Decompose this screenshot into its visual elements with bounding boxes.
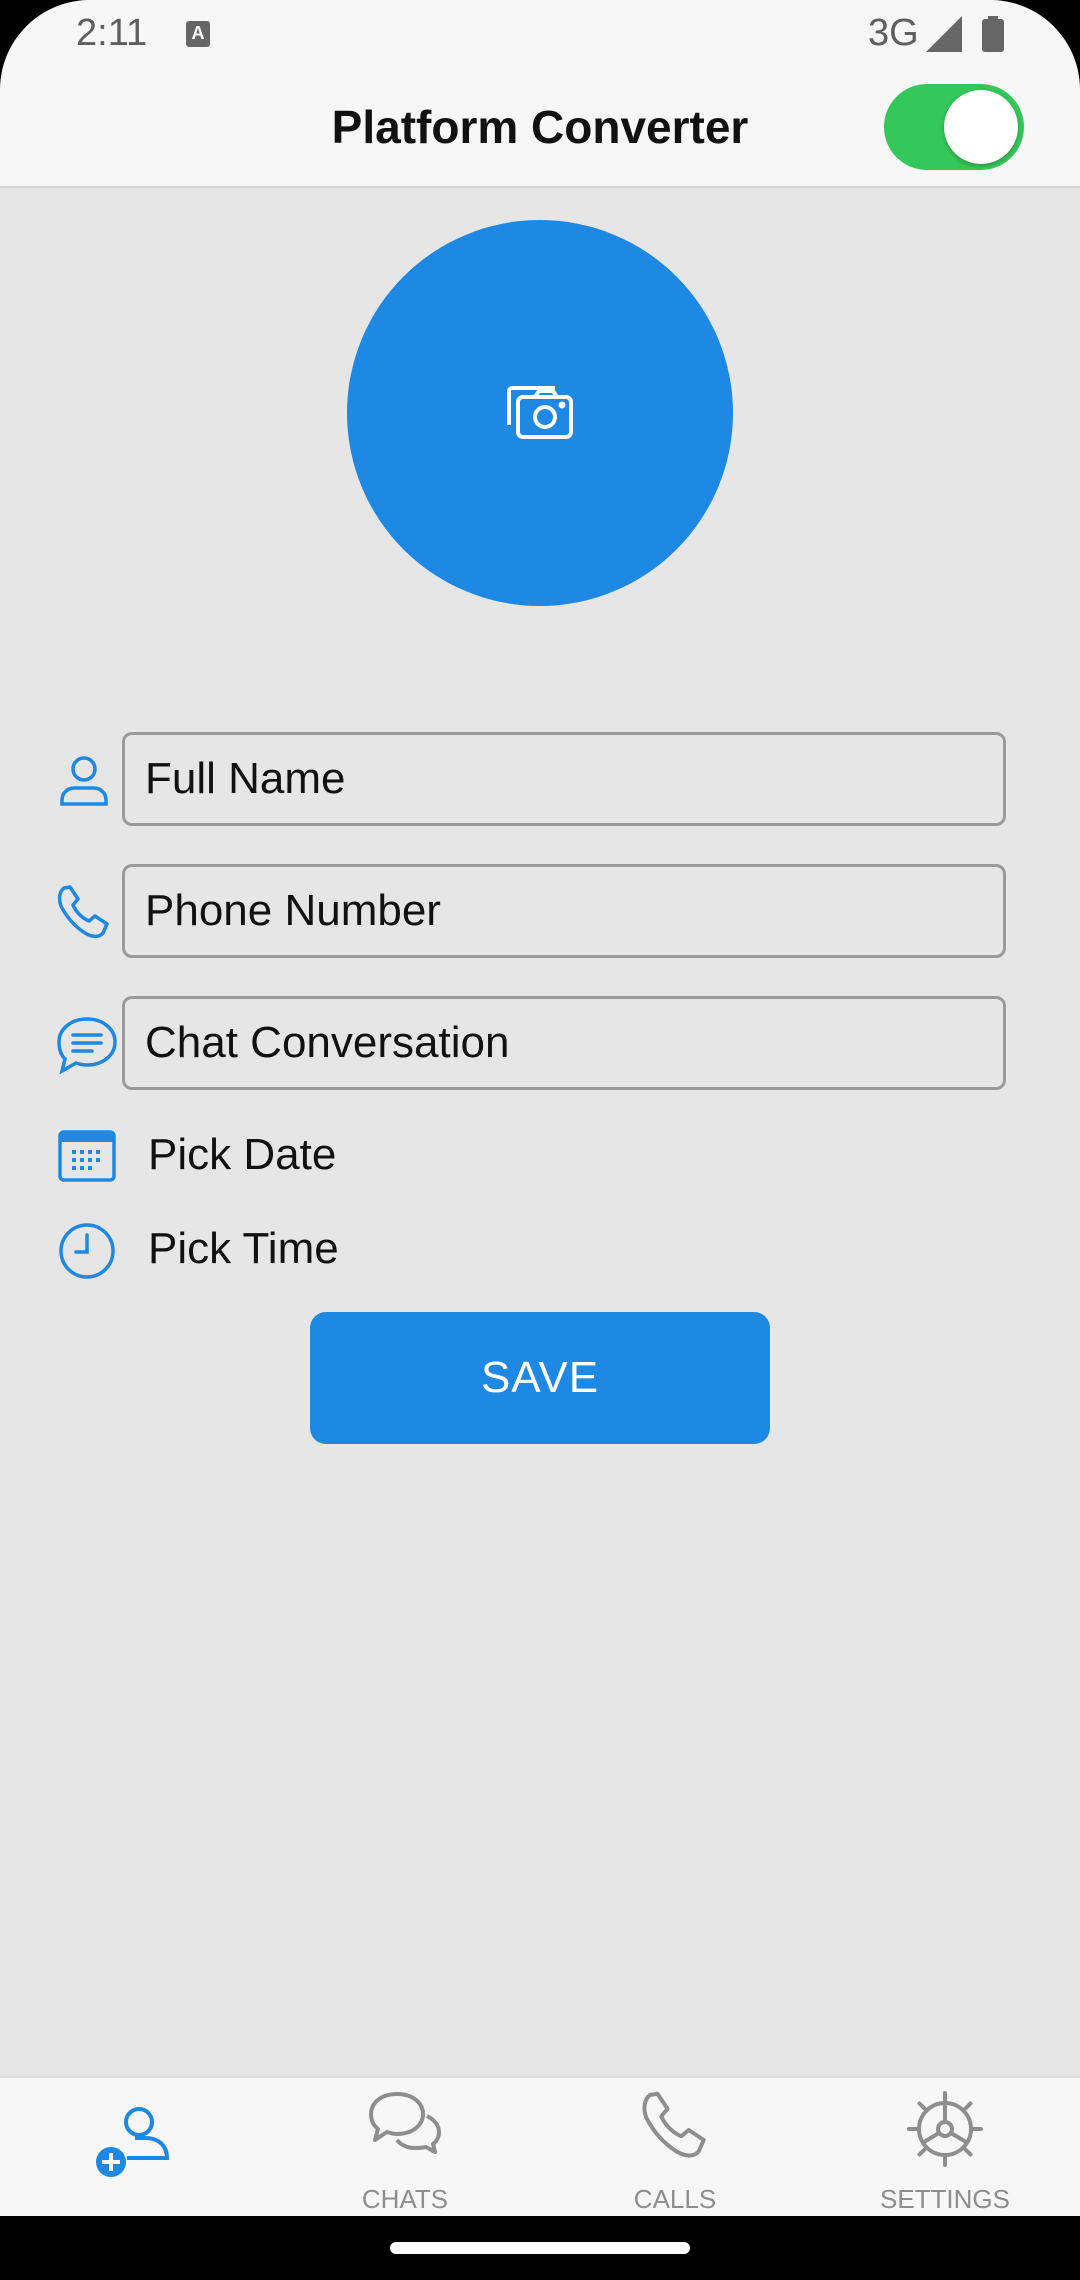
person-icon	[60, 756, 108, 806]
battery-icon	[982, 16, 1004, 52]
add-user-icon	[96, 2107, 170, 2177]
nav-item-calls[interactable]: CALLS	[540, 2078, 810, 2218]
nav-label-settings: SETTINGS	[879, 2184, 1010, 2214]
full-name-field[interactable]	[122, 732, 1006, 826]
calendar-icon	[58, 1130, 116, 1182]
chat-icon	[57, 1017, 117, 1074]
clock-icon	[59, 1223, 115, 1279]
phone-screen: 2:11 A 3G Platform Converter Full Name P…	[0, 0, 1080, 2280]
chat-conversation-input[interactable]	[125, 999, 1003, 1087]
nav-label-chats: CHATS	[361, 2184, 449, 2214]
camera-icon	[507, 386, 573, 439]
home-indicator[interactable]	[390, 2242, 690, 2254]
toggle-knob	[944, 90, 1018, 164]
status-time: 2:11	[76, 12, 148, 54]
nav-label-calls: CALLS	[633, 2184, 717, 2214]
platform-toggle[interactable]	[884, 84, 1024, 170]
status-bar: 2:11 A 3G	[0, 0, 1080, 70]
nav-item-chats[interactable]: CHATS	[270, 2078, 540, 2218]
keyboard-a-icon: A	[186, 21, 210, 47]
app-header: Platform Converter	[0, 70, 1080, 188]
network-type: 3G	[868, 12, 919, 54]
save-button[interactable]: SAVE	[310, 1312, 770, 1444]
signal-icon	[926, 16, 962, 52]
bottom-nav: CHATS CALLS SETTINGS	[0, 2076, 1080, 2218]
phone-number-field[interactable]	[122, 864, 1006, 958]
photo-picker[interactable]	[347, 220, 733, 606]
phone-icon	[57, 885, 109, 939]
phone-icon	[642, 2091, 706, 2158]
pick-time-button[interactable]: Pick Time	[148, 1224, 339, 1274]
phone-number-input[interactable]	[125, 867, 1003, 955]
pick-date-button[interactable]: Pick Date	[148, 1130, 336, 1180]
full-name-input[interactable]	[125, 735, 1003, 823]
nav-item-settings[interactable]: SETTINGS	[810, 2078, 1080, 2218]
nav-item-add-user[interactable]	[0, 2078, 270, 2218]
gear-icon	[907, 2091, 983, 2167]
chat-conversation-field[interactable]	[122, 996, 1006, 1090]
chat-bubbles-icon	[369, 2092, 441, 2154]
gesture-bar	[0, 2216, 1080, 2280]
